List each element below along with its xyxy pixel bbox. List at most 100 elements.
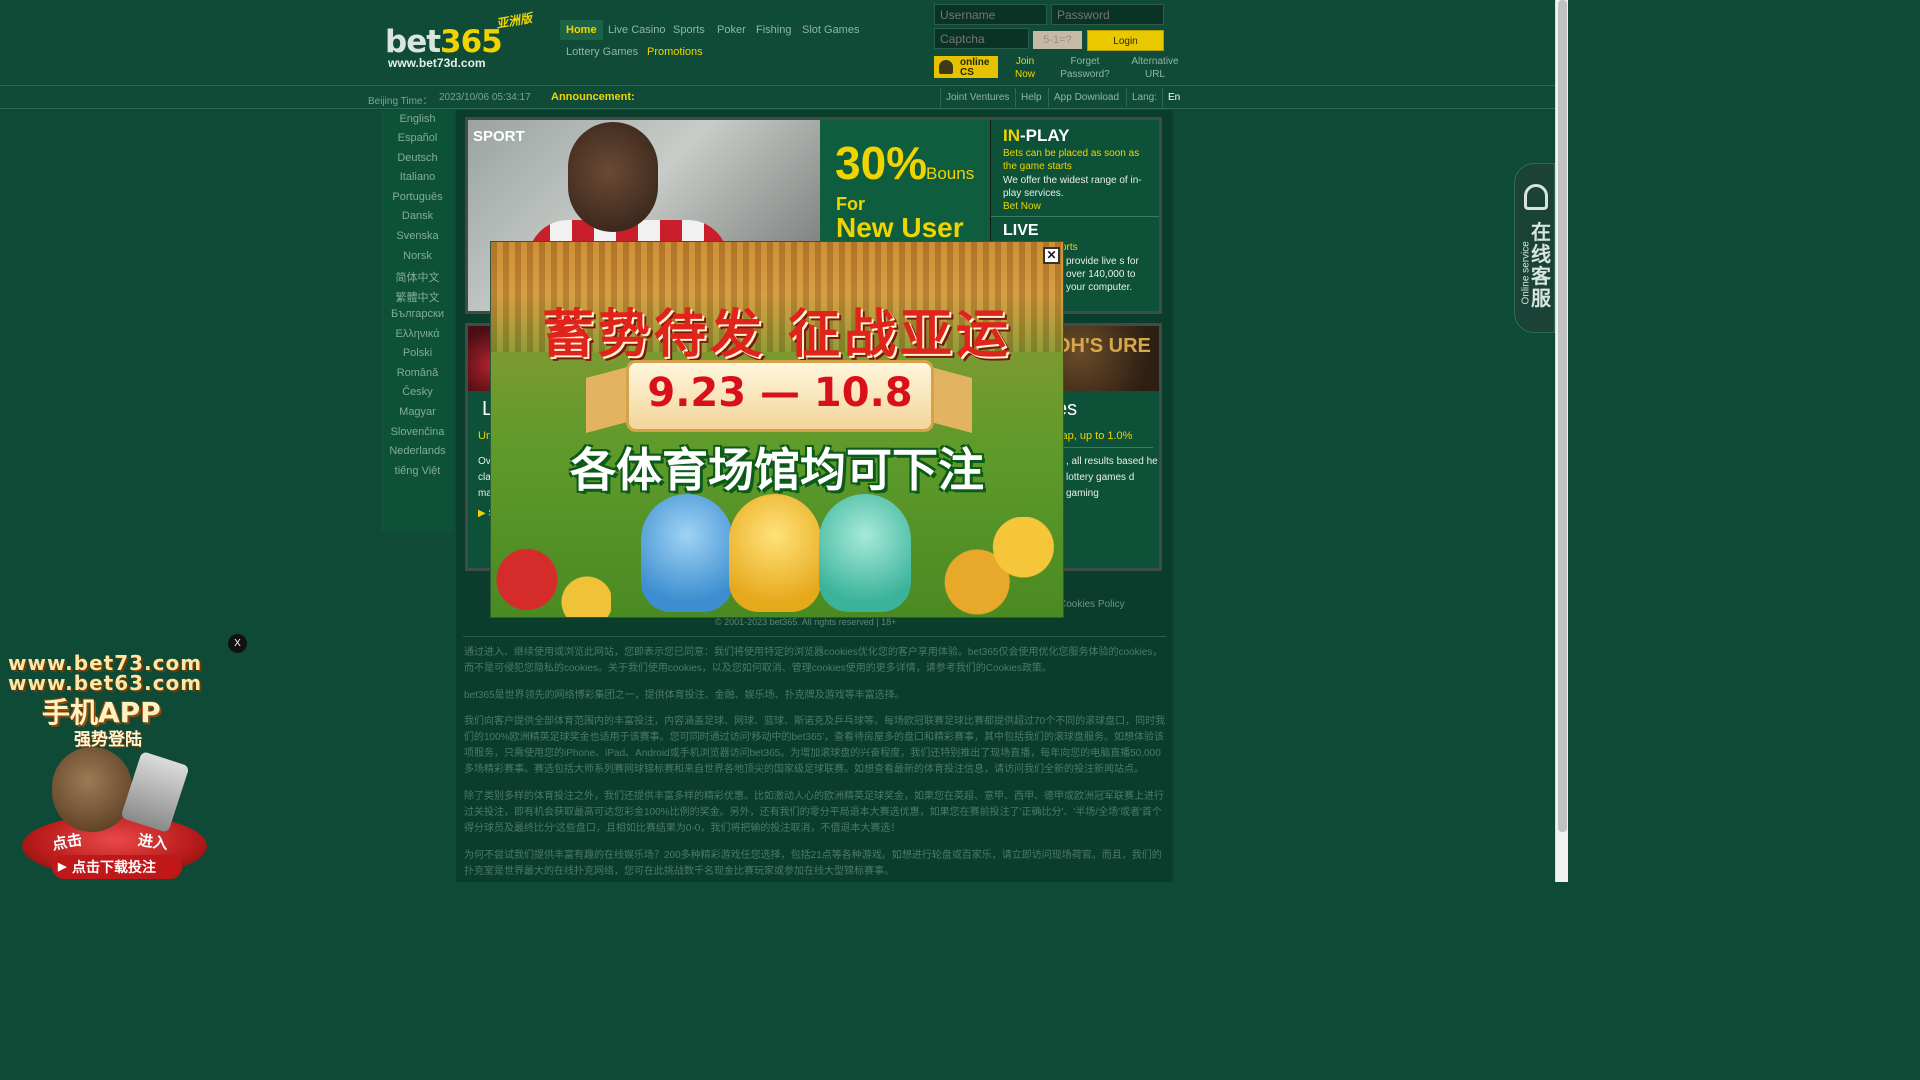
bet365-logo[interactable]: bet365 亚洲版 www.bet73d.com xyxy=(384,10,549,76)
online-service-label-cn: 在线客服 xyxy=(1531,222,1551,310)
live-desc: provide live s for over 140,000 to your … xyxy=(1066,256,1139,293)
language-list: English Español Deutsch Italiano Portugu… xyxy=(381,110,454,532)
alternative-url-link[interactable]: Alternative URL xyxy=(1124,55,1186,81)
play-arrow-icon: ▶ xyxy=(478,508,486,519)
lottery-desc: , all results based he lottery games d g… xyxy=(1066,456,1158,499)
page-scrollbar[interactable] xyxy=(1555,0,1568,882)
copyright: © 2001-2023 bet365. All rights reserved … xyxy=(715,617,897,627)
lang-cesky[interactable]: Česky xyxy=(381,386,454,398)
gold-coins-image xyxy=(931,517,1063,617)
online-service-label-en: Online service xyxy=(1520,241,1532,305)
ribbon-tail-left xyxy=(586,365,631,434)
mascot-right xyxy=(819,494,911,612)
nav-promotions[interactable]: Promotions xyxy=(641,42,709,62)
lang-bulgarian[interactable]: Български xyxy=(381,308,454,320)
scrollbar-thumb[interactable] xyxy=(1558,0,1567,832)
cookies-policy-link[interactable]: Cookies Policy xyxy=(1059,599,1125,610)
live-sports-link[interactable]: orts xyxy=(1061,242,1078,253)
nav-live-casino[interactable]: Live Casino xyxy=(602,20,671,40)
lang-english[interactable]: English xyxy=(381,113,454,125)
lang-portugues[interactable]: Português xyxy=(381,191,454,203)
customer-service-icon xyxy=(939,60,953,74)
lang-simplified-chinese[interactable]: 简体中文 xyxy=(381,269,454,285)
bonus-new-user: New User xyxy=(836,212,964,243)
app-download-link[interactable]: App Download xyxy=(1048,88,1124,107)
headset-icon xyxy=(1524,184,1548,210)
lang-polski[interactable]: Polski xyxy=(381,347,454,359)
captcha-input[interactable] xyxy=(934,28,1029,49)
play-icon: ▶ xyxy=(58,861,67,873)
lang-slovencina[interactable]: Slovenčina xyxy=(381,426,454,438)
password-input[interactable] xyxy=(1051,4,1164,25)
captcha-image[interactable]: 5-1=? xyxy=(1033,31,1082,49)
footer-paragraph-cookies: 通过进入、继续使用或浏览此网站，您即表示您已同意：我们将使用特定的浏览器cook… xyxy=(464,647,1163,674)
nav-lottery-games[interactable]: Lottery Games xyxy=(560,42,644,62)
lang-italiano[interactable]: Italiano xyxy=(381,171,454,183)
inplay-title: IN-PLAY xyxy=(1003,126,1070,145)
lang-vietnamese[interactable]: tiếng Việt xyxy=(381,465,454,477)
header: bet365 亚洲版 www.bet73d.com Home Live Casi… xyxy=(0,0,1555,86)
lang-dansk[interactable]: Dansk xyxy=(381,210,454,222)
popup-dates: 9.23 — 10.8 xyxy=(647,370,913,416)
lang-traditional-chinese[interactable]: 繁體中文 xyxy=(381,289,454,305)
online-service-tab[interactable]: Online service 在线客服 xyxy=(1514,163,1555,333)
nav-home[interactable]: Home xyxy=(560,20,603,40)
lang-deutsch[interactable]: Deutsch xyxy=(381,152,454,164)
logo-asia-edition: 亚洲版 xyxy=(495,10,534,32)
bonus-word: Bouns xyxy=(926,164,975,183)
lang-espanol[interactable]: Español xyxy=(381,132,454,144)
bet-now-link[interactable]: Bet Now xyxy=(1003,201,1041,212)
lang-norsk[interactable]: Norsk xyxy=(381,250,454,262)
casino-chips-image xyxy=(491,542,611,617)
nav-slot-games[interactable]: Slot Games xyxy=(796,20,865,40)
logo-url: www.bet73d.com xyxy=(388,56,486,70)
casino-subtitle: Un xyxy=(478,430,493,442)
sport-title: SPORT xyxy=(473,128,525,145)
lang-nederlands[interactable]: Nederlands xyxy=(381,445,454,457)
mascot-center xyxy=(729,494,821,612)
footer-paragraph-casino: 为何不尝试我们提供丰富有趣的在线娱乐场？200多种精彩游戏任您选择，包括21点等… xyxy=(464,850,1162,877)
mascot-left xyxy=(641,494,733,612)
lang-label: Lang: xyxy=(1126,88,1162,107)
lang-romana[interactable]: Română xyxy=(381,367,454,379)
online-cs-button[interactable]: online CS xyxy=(934,56,998,78)
ad-raccoon-figure xyxy=(52,747,132,832)
lang-magyar[interactable]: Magyar xyxy=(381,406,454,418)
username-input[interactable] xyxy=(934,4,1047,25)
lang-greek[interactable]: Ελληνικά xyxy=(381,328,454,340)
nav-poker[interactable]: Poker xyxy=(711,20,752,40)
nav-fishing[interactable]: Fishing xyxy=(750,20,797,40)
info-bar: Beijing Time： 2023/10/06 05:34:17 Announ… xyxy=(0,86,1555,109)
lottery-subtitle: cap, up to 1.0% xyxy=(1056,430,1133,442)
inplay-desc-2: We offer the widest range of in-play ser… xyxy=(1003,175,1142,199)
popup-subhead: 各体育场馆均可下注 xyxy=(570,443,984,497)
nav-sports[interactable]: Sports xyxy=(667,20,711,40)
popup-headline: 蓄势待发 征战亚运 xyxy=(541,304,1013,365)
lang-selector[interactable]: En xyxy=(1162,88,1185,107)
help-link[interactable]: Help xyxy=(1015,88,1047,107)
join-now-link[interactable]: Join Now xyxy=(1008,55,1042,81)
footer-paragraph-about: bet365是世界领先的网络博彩集团之一，提供体育投注、金融、娱乐场、扑克牌及游… xyxy=(464,690,905,701)
footer-paragraph-sports: 我们向客户提供全部体育范围内的丰富投注，内容涵盖足球、网球、篮球、斯诺克及乒乓球… xyxy=(464,716,1166,775)
player-head xyxy=(568,122,658,232)
forget-password-link[interactable]: Forget Password? xyxy=(1054,55,1116,81)
live-title: LIVE xyxy=(1003,222,1039,239)
ad-phone-image xyxy=(120,750,190,834)
beijing-time-label: Beijing Time： xyxy=(368,96,433,107)
ad-enter-label: 进入 xyxy=(136,831,169,853)
lang-svenska[interactable]: Svenska xyxy=(381,230,454,242)
footer-paragraph-offers: 除了类别多样的体育投注之外，我们还提供丰富多样的精彩优惠。比如激动人心的欧洲精英… xyxy=(464,791,1164,834)
joint-ventures-link[interactable]: Joint Ventures xyxy=(940,88,1014,107)
logo-brand: bet365 xyxy=(385,24,503,60)
inplay-divider xyxy=(991,216,1159,217)
announcement-label: Announcement: xyxy=(551,91,635,103)
bonus-percent: 30% xyxy=(835,137,928,189)
login-button[interactable]: Login xyxy=(1087,30,1164,51)
ad-download-button[interactable]: ▶ 点击下载投注 xyxy=(52,855,182,879)
inplay-desc-1: Bets can be placed as soon as the game s… xyxy=(1003,148,1140,172)
app-ad-close-button[interactable]: X xyxy=(228,634,247,653)
mobile-app-ad[interactable]: www.bet73.com www.bet63.com 手机APP 强势登陆 点… xyxy=(0,645,230,882)
asian-games-promo-popup[interactable]: 蓄势待发 征战亚运 9.23 — 10.8 各体育场馆均可下注 xyxy=(491,242,1063,617)
popup-close-button[interactable]: ✕ xyxy=(1043,247,1060,264)
ad-strong-launch: 强势登陆 xyxy=(74,730,142,749)
